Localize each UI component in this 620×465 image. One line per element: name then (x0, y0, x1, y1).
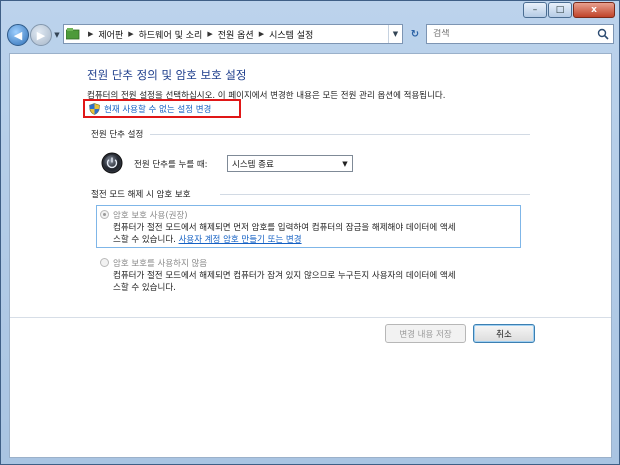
maximize-button[interactable]: □ (548, 2, 572, 18)
change-unavailable-settings-link[interactable]: 현재 사용할 수 없는 설정 변경 (104, 103, 211, 115)
search-icon[interactable] (597, 28, 609, 40)
breadcrumb-system-settings[interactable]: 시스템 설정 (269, 28, 313, 41)
search-box[interactable] (426, 24, 614, 44)
breadcrumb-separator-icon[interactable]: ▶ (259, 30, 264, 38)
no-password-description: 컴퓨터가 절전 모드에서 해제되면 컴퓨터가 잠겨 있지 않으므로 누구든지 사… (113, 270, 513, 294)
require-password-desc-line1: 컴퓨터가 절전 모드에서 해제되면 먼저 암호를 입력하여 컴퓨터의 잠금을 해… (113, 223, 456, 233)
control-panel-icon (66, 28, 80, 40)
breadcrumb-control-panel[interactable]: 제어판 (98, 28, 123, 41)
require-password-description: 컴퓨터가 절전 모드에서 해제되면 먼저 암호를 입력하여 컴퓨터의 잠금을 해… (113, 222, 513, 246)
create-change-password-link[interactable]: 사용자 계정 암호 만들기 또는 변경 (179, 235, 302, 245)
breadcrumb-separator-icon[interactable]: ▶ (207, 30, 212, 38)
require-password-desc-line2: 스할 수 있습니다. (113, 235, 176, 245)
chevron-down-icon[interactable]: ▼ (338, 156, 352, 171)
power-button-icon (101, 152, 123, 174)
close-button[interactable]: x (573, 2, 615, 18)
address-dropdown-icon[interactable]: ▼ (388, 25, 402, 43)
breadcrumb-separator-icon: ▶ (88, 30, 94, 38)
footer-divider (10, 317, 611, 318)
no-password-label[interactable]: 암호 보호를 사용하지 않음 (113, 257, 207, 269)
breadcrumb-separator-icon[interactable]: ▶ (128, 30, 133, 38)
power-button-section-title: 전원 단추 설정 (91, 130, 144, 140)
address-bar[interactable]: ▶ 제어판 ▶ 하드웨어 및 소리 ▶ 전원 옵션 ▶ 시스템 설정 ▼ (63, 24, 403, 44)
power-button-action-value: 시스템 종료 (232, 159, 274, 170)
control-panel-window: – □ x ◀ ▶ ▼ ▶ 제어판 ▶ 하드웨어 및 소리 ▶ 전원 옵션 ▶ … (0, 0, 620, 465)
change-settings-highlight: 현재 사용할 수 없는 설정 변경 (83, 99, 241, 118)
forward-button[interactable]: ▶ (30, 24, 52, 46)
breadcrumb-power-options[interactable]: 전원 옵션 (218, 28, 254, 41)
no-password-desc-line2: 스할 수 있습니다. (113, 283, 176, 293)
section-divider (220, 194, 530, 195)
breadcrumb-hardware-sound[interactable]: 하드웨어 및 소리 (139, 28, 203, 41)
uac-shield-icon (89, 102, 100, 115)
power-button-action-select[interactable]: 시스템 종료 ▼ (227, 155, 353, 172)
wake-password-section-title: 절전 모드 해제 시 암호 보호 (91, 190, 191, 200)
save-changes-button[interactable]: 변경 내용 저장 (385, 324, 466, 343)
back-button[interactable]: ◀ (7, 24, 29, 46)
cancel-button[interactable]: 취소 (473, 324, 535, 343)
no-password-desc-line1: 컴퓨터가 절전 모드에서 해제되면 컴퓨터가 잠겨 있지 않으므로 누구든지 사… (113, 271, 456, 281)
search-input[interactable] (433, 29, 593, 39)
page-title: 전원 단추 정의 및 암호 보호 설정 (87, 68, 247, 82)
navigation-bar: ◀ ▶ ▼ ▶ 제어판 ▶ 하드웨어 및 소리 ▶ 전원 옵션 ▶ 시스템 설정… (1, 21, 619, 49)
main-content: 전원 단추 정의 및 암호 보호 설정 컴퓨터의 전원 설정을 선택하십시오. … (9, 53, 612, 458)
power-button-label: 전원 단추를 누를 때: (134, 160, 208, 170)
minimize-button[interactable]: – (523, 2, 547, 18)
window-controls: – □ x (523, 2, 615, 18)
require-password-label[interactable]: 암호 보호 사용(권장) (113, 209, 188, 221)
no-password-radio[interactable] (100, 258, 109, 267)
recent-pages-dropdown-icon[interactable]: ▼ (52, 31, 62, 39)
section-divider (150, 134, 530, 135)
refresh-button[interactable]: ↻ (406, 24, 424, 44)
require-password-radio[interactable] (100, 210, 109, 219)
